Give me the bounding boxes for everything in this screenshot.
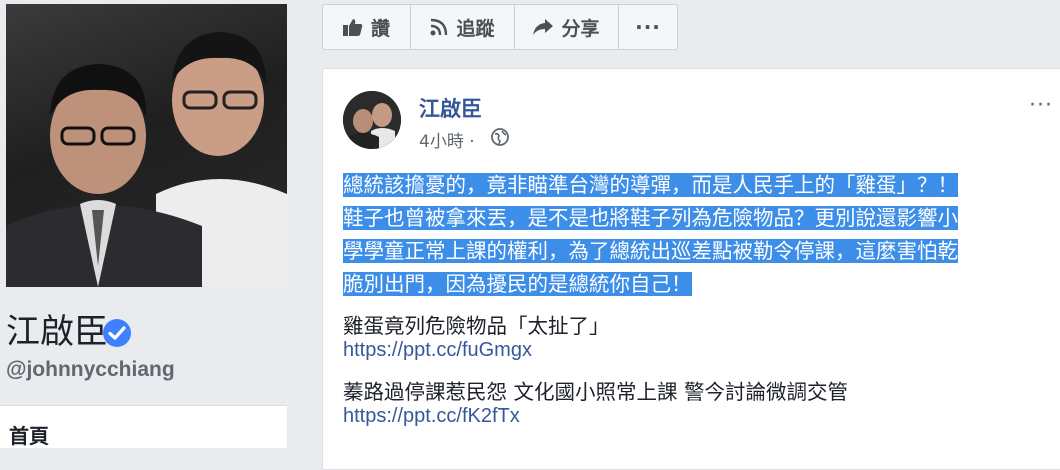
page-action-bar: 讚 追蹤 分享 ··· (322, 4, 678, 50)
follow-label: 追蹤 (456, 17, 495, 40)
verified-badge-icon (103, 319, 131, 347)
thumbs-up-icon (342, 19, 363, 36)
post-card: 江啟臣 4小時 · ··· 總統該擔憂的，竟非瞄準台灣的導彈，而是人民手上的「雞… (322, 68, 1060, 470)
avatar-image (343, 91, 401, 149)
nav-home-label: 首頁 (9, 424, 49, 448)
profile-photo[interactable] (6, 4, 287, 287)
post-timestamp[interactable]: 4小時 · (419, 127, 475, 152)
post-author-name[interactable]: 江啟臣 (419, 93, 482, 123)
share-button[interactable]: 分享 (515, 5, 619, 49)
like-label: 讚 (370, 17, 390, 40)
profile-name[interactable]: 江啟臣 (6, 312, 108, 352)
post-options-icon[interactable]: ··· (1029, 93, 1053, 118)
post-text-line: 總統該擔憂的，竟非瞄準台灣的導彈，而是人民手上的「雞蛋」？！ (343, 173, 958, 197)
post-author-avatar[interactable] (343, 91, 401, 149)
link-title: 雞蛋竟列危險物品「太扯了」 (343, 314, 610, 338)
profile-username[interactable]: @johnnycchiang (6, 358, 175, 382)
more-button[interactable]: ··· (619, 5, 677, 49)
like-button[interactable]: 讚 (323, 5, 411, 49)
share-arrow-icon (533, 19, 554, 35)
post-text-line: 學學童正常上課的權利，為了總統出巡差點被勒令停課，這麼害怕乾 (343, 239, 958, 263)
link-url[interactable]: https://ppt.cc/fK2fTx (343, 405, 520, 428)
nav-item-home[interactable]: 首頁 (0, 405, 287, 448)
post-text-line: 脆別出門，因為擾民的是總統你自己！ (343, 272, 692, 296)
globe-icon[interactable] (491, 128, 509, 146)
more-dots-icon: ··· (635, 15, 661, 39)
rss-icon (430, 18, 448, 36)
follow-button[interactable]: 追蹤 (411, 5, 515, 49)
profile-photo-image (6, 32, 287, 287)
link-title: 蓁路過停課惹民怨 文化國小照常上課 警今討論微調交管 (343, 380, 849, 404)
link-url[interactable]: https://ppt.cc/fuGmgx (343, 339, 532, 362)
share-label: 分享 (561, 17, 600, 40)
post-text-line: 鞋子也曾被拿來丟，是不是也將鞋子列為危險物品？更別說還影響小 (343, 206, 958, 230)
post-body: 總統該擔憂的，竟非瞄準台灣的導彈，而是人民手上的「雞蛋」？！ 鞋子也曾被拿來丟，… (343, 169, 1035, 301)
